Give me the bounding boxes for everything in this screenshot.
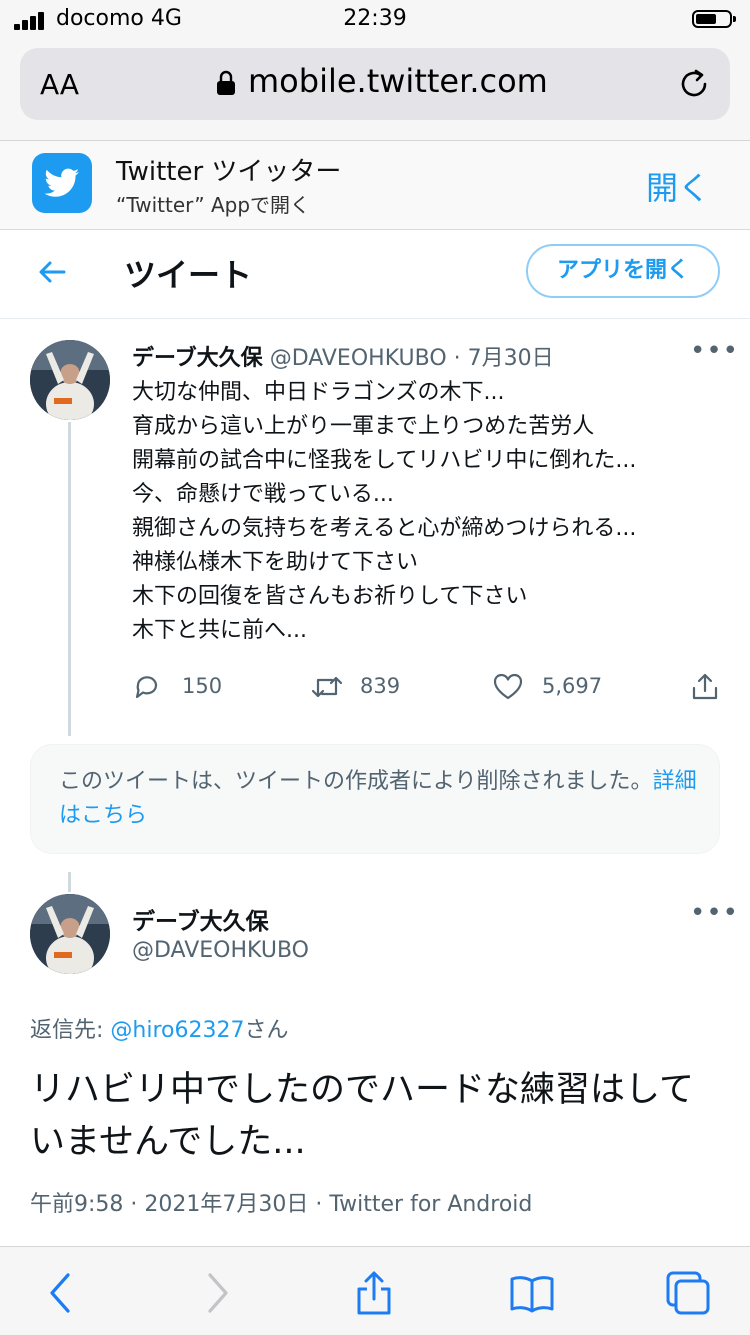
status-bar: docomo 4G 22:39 bbox=[0, 0, 750, 40]
share-icon bbox=[692, 673, 718, 700]
app-banner-name: Twitter ツイッター bbox=[116, 157, 342, 187]
lock-icon bbox=[217, 70, 235, 95]
back-arrow-icon[interactable] bbox=[36, 256, 68, 288]
open-app-button[interactable]: アプリを開く bbox=[526, 244, 720, 298]
safari-forward-icon[interactable] bbox=[192, 1269, 240, 1317]
like-count: 5,697 bbox=[542, 674, 603, 698]
safari-share-icon[interactable] bbox=[350, 1269, 398, 1317]
safari-toolbar bbox=[0, 1246, 750, 1335]
avatar[interactable] bbox=[30, 340, 110, 420]
tweet-timestamp[interactable]: 午前9:58 · 2021年7月30日 · Twitter for Androi… bbox=[30, 1186, 532, 1218]
app-banner: Twitter ツイッター “Twitter” Appで開く 開く bbox=[0, 141, 750, 230]
tweet-meta[interactable]: @DAVEOHKUBO · 7月30日 bbox=[270, 346, 554, 371]
author-handle[interactable]: @DAVEOHKUBO bbox=[132, 938, 309, 963]
reply-prefix: 返信先: bbox=[30, 1018, 111, 1043]
retweet-icon bbox=[311, 676, 343, 698]
thread-line bbox=[68, 872, 71, 892]
deleted-notice-text: このツイートは、ツイートの作成者により削除されました。 bbox=[59, 769, 653, 794]
tweet-line: 今、命懸けで戦っている... bbox=[132, 482, 394, 507]
retweet-button[interactable]: 839 bbox=[310, 672, 430, 702]
safari-address-area: AA mobile.twitter.com bbox=[0, 40, 750, 141]
thread-line bbox=[68, 422, 71, 736]
reply-suffix: さん bbox=[244, 1018, 289, 1043]
tweet-text: リハビリ中でしたのでハードな練習はしていませんでした... bbox=[30, 1070, 694, 1162]
deleted-tweet-notice: このツイートは、ツイートの作成者により削除されました。詳細はこちら bbox=[30, 744, 720, 854]
tweet-line: 神様仏様木下を助けて下さい bbox=[132, 550, 419, 575]
tweet-line: 開幕前の試合中に怪我をしてリハビリ中に倒れた... bbox=[132, 448, 637, 473]
tweet-page-header: ツイート アプリを開く bbox=[0, 230, 750, 319]
author-name[interactable]: デーブ大久保 bbox=[132, 902, 269, 936]
address-bar[interactable]: AA mobile.twitter.com bbox=[20, 48, 730, 120]
twitter-bird-icon[interactable] bbox=[32, 153, 92, 213]
reply-icon bbox=[135, 676, 158, 699]
tweet-line: 大切な仲間、中日ドラゴンズの木下... bbox=[132, 380, 505, 405]
tweet-header: デーブ大久保 @DAVEOHKUBO · 7月30日 bbox=[132, 340, 554, 372]
reply-to-line: 返信先: @hiro62327さん bbox=[30, 1012, 288, 1044]
safari-back-icon[interactable] bbox=[38, 1269, 86, 1317]
tweet-line: 木下の回復を皆さんもお祈りして下さい bbox=[132, 584, 528, 609]
more-icon[interactable]: ••• bbox=[690, 898, 739, 928]
text-size-button[interactable]: AA bbox=[40, 68, 79, 101]
reply-to-handle[interactable]: @hiro62327 bbox=[110, 1018, 244, 1043]
reply-count: 150 bbox=[182, 674, 223, 698]
share-button[interactable] bbox=[690, 672, 720, 702]
bookmarks-icon[interactable] bbox=[508, 1269, 556, 1317]
page-title: ツイート bbox=[124, 256, 253, 294]
tabs-icon[interactable] bbox=[664, 1269, 712, 1317]
more-icon[interactable]: ••• bbox=[690, 336, 739, 366]
tweet-text: 大切な仲間、中日ドラゴンズの木下... 育成から這い上がり一軍まで上りつめた苦労… bbox=[132, 376, 636, 648]
battery-icon bbox=[692, 10, 736, 28]
like-button[interactable]: 5,697 bbox=[492, 672, 622, 702]
like-icon bbox=[493, 673, 523, 700]
tweet-line: 木下と共に前へ... bbox=[132, 618, 307, 643]
tweet-line: 親御さんの気持ちを考えると心が締めつけられる... bbox=[132, 516, 637, 541]
author-name[interactable]: デーブ大久保 bbox=[132, 346, 263, 371]
app-banner-open-button[interactable]: 開く bbox=[646, 163, 710, 209]
status-time: 22:39 bbox=[343, 6, 407, 31]
retweet-count: 839 bbox=[360, 674, 401, 698]
reload-icon[interactable] bbox=[676, 66, 712, 102]
avatar[interactable] bbox=[30, 894, 110, 974]
tweet-line: 育成から這い上がり一軍まで上りつめた苦労人 bbox=[132, 414, 595, 439]
url-text[interactable]: mobile.twitter.com bbox=[248, 62, 548, 100]
reply-button[interactable]: 150 bbox=[132, 672, 252, 702]
app-banner-subtitle: “Twitter” Appで開く bbox=[116, 193, 311, 217]
